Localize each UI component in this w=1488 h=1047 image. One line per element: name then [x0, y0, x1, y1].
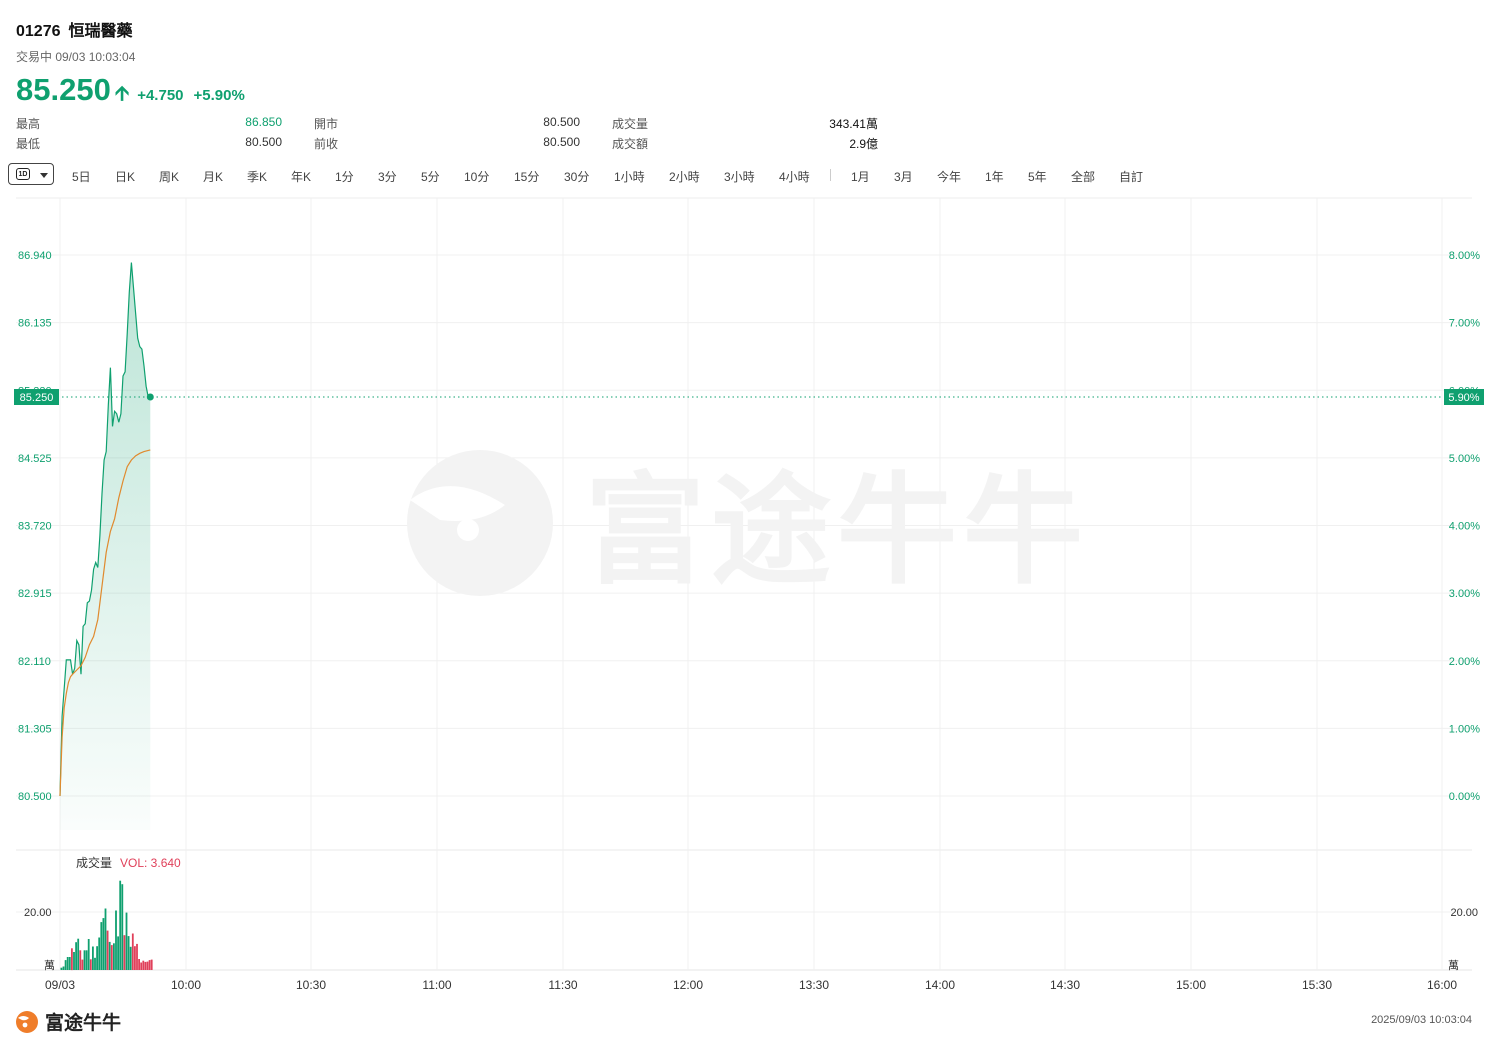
volume-bar: [62, 966, 65, 970]
volume-bars: [60, 880, 153, 971]
y-tick-right: 4.00%: [1449, 521, 1480, 533]
volume-bar: [64, 960, 67, 970]
volume-bar: [115, 910, 117, 970]
volume-bar: [117, 936, 119, 970]
volume-bar: [110, 945, 113, 970]
volume-bar: [102, 918, 105, 970]
x-tick: 09/03: [45, 978, 75, 992]
y-tick-right: 5.00%: [1449, 453, 1480, 465]
x-tick: 10:30: [296, 978, 326, 992]
volume-bar: [146, 961, 149, 970]
volume-bar: [81, 959, 84, 970]
volume-bar: [144, 961, 147, 970]
volume-bar: [87, 939, 90, 970]
vol-unit-right: 萬: [1448, 959, 1459, 972]
y-tick-right: 3.00%: [1449, 588, 1480, 600]
last-price-tag-text: 85.250: [20, 392, 54, 404]
volume-bar: [89, 959, 92, 970]
y-tick-right: 7.00%: [1449, 318, 1480, 330]
x-tick: 13:30: [799, 978, 829, 992]
volume-bar: [121, 884, 124, 970]
volume-bar: [71, 948, 73, 971]
volume-bar: [129, 946, 132, 970]
volume-bar: [60, 967, 63, 970]
y-tick-right: 8.00%: [1449, 250, 1480, 262]
y-tick-right: 0.00%: [1449, 791, 1480, 803]
volume-bar: [77, 938, 80, 970]
y-tick-right: 2.00%: [1449, 656, 1480, 668]
vol-tick-right: 20.00: [1450, 907, 1478, 919]
x-tick: 11:30: [548, 978, 577, 992]
footer-brand: 富途牛牛: [45, 1013, 122, 1034]
y-tick-left: 80.500: [18, 791, 52, 803]
watermark-logo-icon: [407, 450, 553, 596]
volume-bar: [68, 957, 71, 970]
x-axis-labels: 09/03 10:00 10:30 11:00 11:30 12:00 13:30 14:00…: [45, 978, 1457, 992]
y-tick-left: 86.135: [18, 318, 52, 330]
y-tick-left: 84.525: [18, 453, 52, 465]
last-price-marker: 85.250 5.90%: [14, 389, 1484, 405]
volume-bar: [119, 880, 122, 970]
y-tick-left: 82.110: [18, 656, 51, 668]
intraday-chart: 富途牛牛 80.500 0.00% 81.305 1.00% 82.110 2.00% 82…: [14, 197, 1484, 992]
x-tick: 15:30: [1302, 978, 1332, 992]
volume-bar: [106, 930, 109, 970]
volume-bar: [140, 962, 143, 970]
volume-bar: [131, 933, 134, 970]
volume-bar: [92, 946, 94, 970]
y-tick-left: 82.915: [18, 588, 52, 600]
watermark-logo-dot: [457, 519, 479, 541]
volume-bar: [96, 946, 98, 970]
volume-bar: [104, 908, 107, 970]
volume-bar: [100, 922, 103, 970]
volume-bar: [136, 943, 138, 970]
volume-bar: [83, 950, 86, 970]
vol-tick-left: 20.00: [24, 907, 52, 919]
x-tick: 16:00: [1427, 978, 1457, 992]
y-tick-left: 83.720: [18, 521, 52, 533]
volume-bar: [148, 960, 151, 970]
x-tick: 11:00: [422, 978, 451, 992]
last-pct-tag-text: 5.90%: [1448, 392, 1479, 404]
volume-bar: [113, 943, 115, 970]
y-tick-left: 86.940: [18, 250, 52, 262]
y-axis-labels: 80.500 0.00% 81.305 1.00% 82.110 2.00% 82.915 3…: [18, 250, 1480, 972]
volume-bar: [142, 960, 145, 970]
vol-unit-left: 萬: [44, 959, 55, 972]
volume-bar: [123, 935, 126, 970]
futu-bull-icon: [16, 1010, 38, 1033]
x-tick: 14:30: [1050, 978, 1080, 992]
watermark: 富途牛牛: [407, 450, 1089, 598]
volume-bar: [75, 942, 77, 970]
volume-bar: [66, 957, 69, 970]
volume-bar: [138, 959, 140, 970]
footer-timestamp: 2025/09/03 10:03:04: [1371, 1014, 1472, 1026]
x-tick: 15:00: [1176, 978, 1206, 992]
volume-bar: [94, 957, 96, 970]
volume-bar: [79, 950, 82, 970]
volume-label: 成交量: [76, 855, 112, 870]
volume-bar: [150, 959, 153, 970]
x-tick: 10:00: [171, 978, 201, 992]
last-price-dot: [146, 393, 154, 401]
volume-bar: [125, 912, 128, 970]
y-tick-right: 1.00%: [1449, 723, 1480, 735]
volume-bar: [134, 946, 136, 970]
volume-value-label: VOL: 3.640: [120, 856, 181, 870]
volume-bar: [85, 950, 88, 970]
x-tick: 14:00: [925, 978, 955, 992]
volume-bar: [108, 941, 111, 970]
watermark-text: 富途牛牛: [585, 464, 1089, 598]
price-area: [60, 262, 151, 831]
volume-bar: [98, 937, 101, 970]
x-tick: 12:00: [673, 978, 703, 992]
volume-bar: [127, 936, 130, 970]
footer-logo: 富途牛牛: [14, 1008, 121, 1035]
volume-bar: [73, 952, 75, 970]
price-fill-area: [60, 262, 151, 831]
y-tick-left: 81.305: [18, 723, 52, 735]
